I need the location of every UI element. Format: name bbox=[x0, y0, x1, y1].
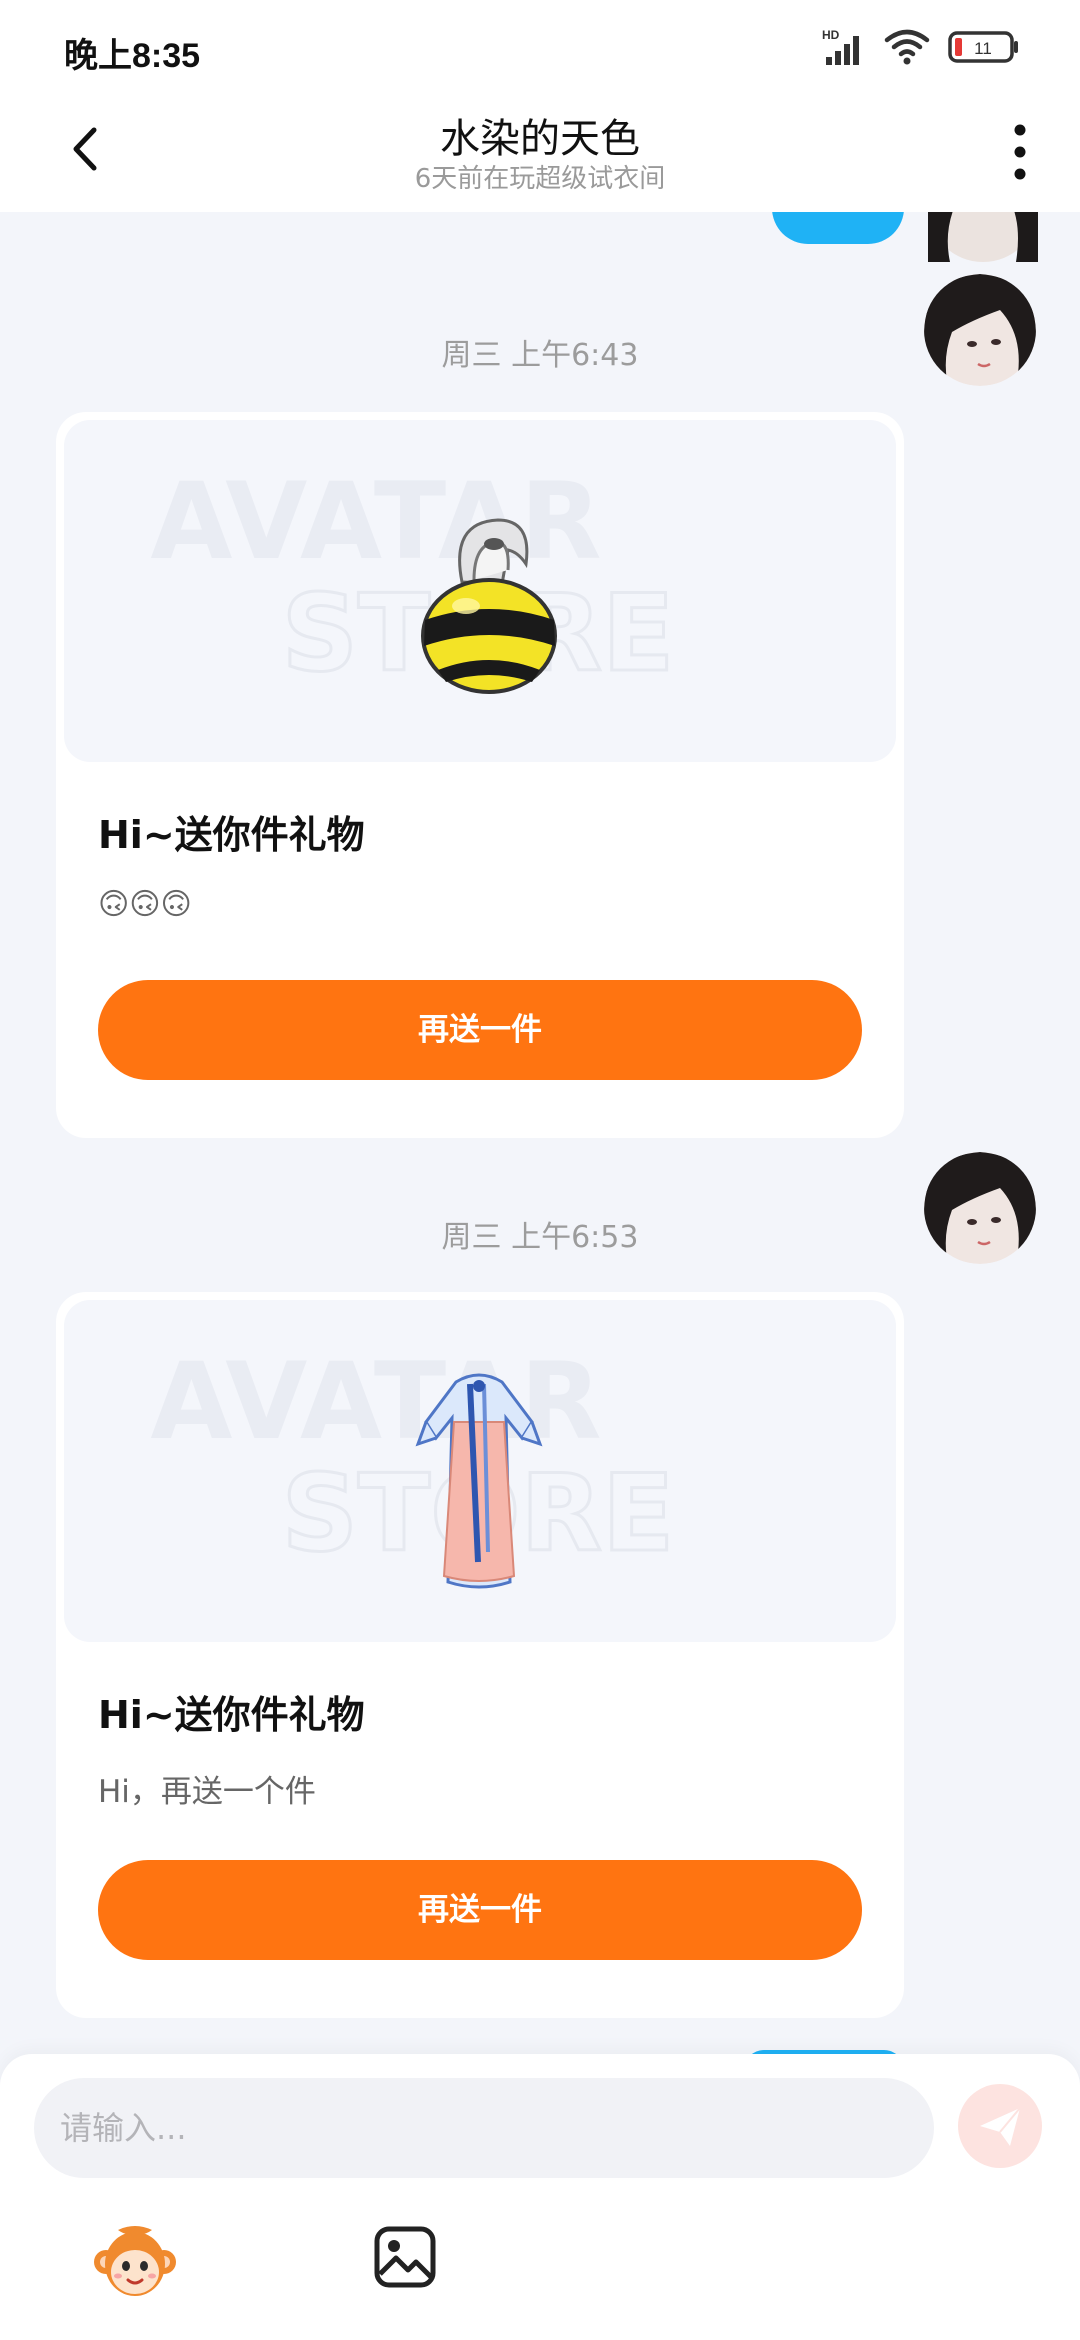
status-time: 晚上8:35 bbox=[64, 37, 201, 75]
more-options-icon[interactable] bbox=[1008, 120, 1032, 184]
gift-card[interactable]: AVATAR STORE Hi~送你件礼物 🙃🙃🙃 再送一件 bbox=[56, 412, 904, 1138]
gift-card-message: Hi，再送一个件 bbox=[98, 1774, 316, 1810]
gift-card[interactable]: AVATAR STORE Hi~送你件礼物 Hi，再送一个件 再送一件 bbox=[56, 1292, 904, 2018]
gift-card-title: Hi~送你件礼物 bbox=[98, 1693, 365, 1737]
message-timestamp: 周三 上午6:43 bbox=[441, 338, 639, 373]
message-timestamp: 周三 上午6:53 bbox=[441, 1220, 639, 1255]
sender-avatar[interactable] bbox=[924, 274, 1036, 386]
upside-down-face-emoji-row: 🙃🙃🙃 bbox=[98, 887, 192, 922]
message-input[interactable] bbox=[34, 2078, 934, 2178]
battery-icon: 11 bbox=[948, 31, 1018, 63]
resend-gift-button[interactable]: 再送一件 bbox=[98, 1860, 862, 1960]
gift-card-message: 🙃🙃🙃 bbox=[98, 886, 192, 922]
paper-plane-icon bbox=[980, 2107, 1021, 2146]
blue-robe-dress-icon bbox=[415, 1373, 543, 1589]
gift-preview: AVATAR STORE bbox=[64, 1300, 896, 1642]
image-picker-icon[interactable] bbox=[372, 2224, 438, 2290]
input-bar bbox=[0, 2054, 1080, 2340]
monkey-mascot-icon[interactable] bbox=[92, 2224, 178, 2300]
chat-messages[interactable]: 周三 上午6:43 AVATAR STORE Hi~送你件礼物 🙃🙃🙃 再送一件 bbox=[0, 212, 1080, 2062]
status-icons: HD 11 bbox=[822, 24, 1020, 70]
battery-level: 11 bbox=[974, 39, 992, 58]
previous-message-bubble bbox=[772, 212, 904, 244]
send-button[interactable] bbox=[958, 2084, 1042, 2168]
gift-card-title: Hi~送你件礼物 bbox=[98, 813, 365, 857]
gift-preview: AVATAR STORE bbox=[64, 420, 896, 762]
bee-bag-icon bbox=[421, 518, 557, 694]
signal-icon: HD bbox=[822, 28, 859, 65]
status-bar: 晚上8:35 HD 11 bbox=[0, 0, 1080, 92]
previous-avatar bbox=[928, 212, 1038, 262]
resend-gift-button[interactable]: 再送一件 bbox=[98, 980, 862, 1080]
contact-activity: 6天前在玩超级试衣间 bbox=[414, 164, 666, 194]
sender-avatar[interactable] bbox=[924, 1152, 1036, 1264]
network-label: HD bbox=[822, 28, 840, 42]
chat-header: 水染的天色 6天前在玩超级试衣间 bbox=[0, 92, 1080, 212]
wifi-icon bbox=[884, 29, 930, 65]
contact-name: 水染的天色 bbox=[440, 116, 640, 162]
